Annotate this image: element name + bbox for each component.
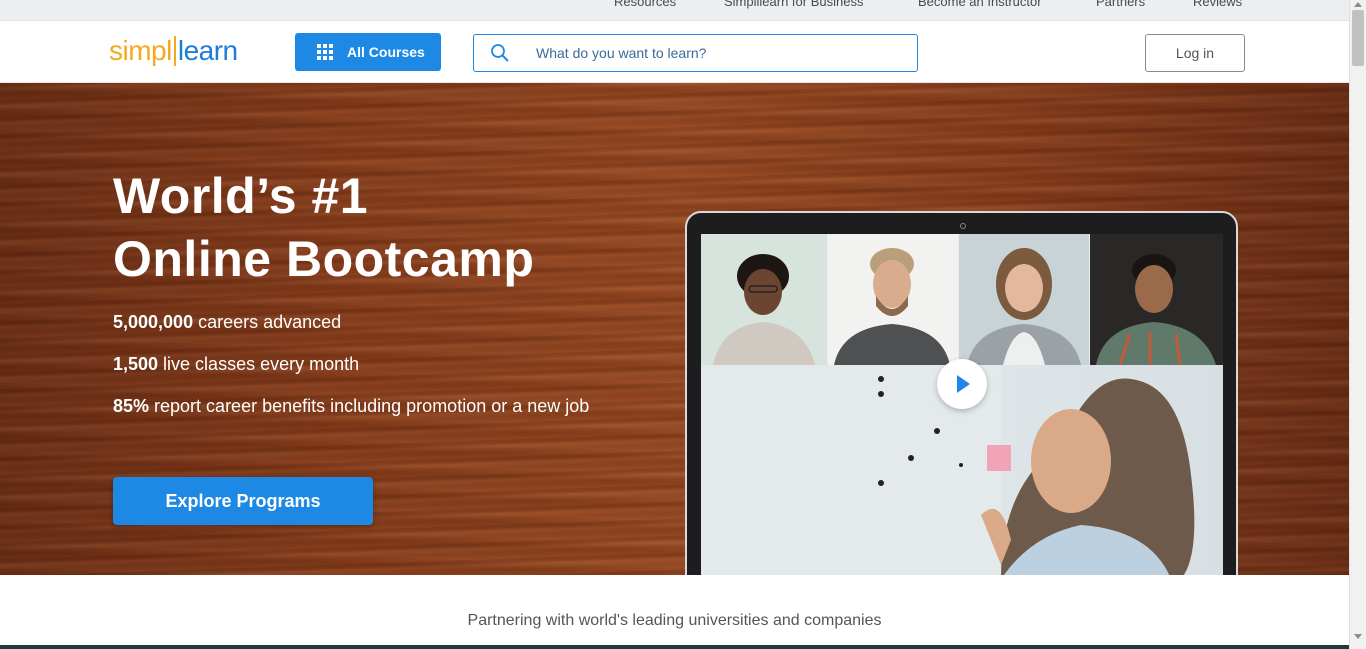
- stat-text: careers advanced: [193, 312, 342, 332]
- logo-text-part1: simpl: [109, 35, 172, 66]
- next-section-edge: [0, 645, 1349, 649]
- simplilearn-logo[interactable]: simpl learn: [109, 35, 238, 67]
- video-tile-person-3: [959, 234, 1089, 365]
- video-main-scene: [701, 359, 1223, 575]
- logo-text-part2: learn: [177, 35, 238, 66]
- topbar-link-instructor[interactable]: Become an Instructor: [918, 0, 1042, 9]
- topbar-link-partners[interactable]: Partners: [1096, 0, 1145, 9]
- search-icon: [491, 44, 509, 62]
- laptop-screen: [701, 234, 1223, 575]
- search-box[interactable]: [473, 34, 918, 72]
- person-1-image: [701, 234, 827, 365]
- stat-value: 85%: [113, 396, 150, 416]
- stat-text: live classes every month: [158, 354, 360, 374]
- stat-value: 1,500: [113, 354, 159, 374]
- hero-stat-benefits: 85% report career benefits including pro…: [113, 396, 589, 417]
- scrollbar-thumb[interactable]: [1352, 10, 1364, 66]
- hero-section: World’s #1 Online Bootcamp 5,000,000 car…: [0, 83, 1349, 575]
- top-utility-bar: Resources Simplilearn for Business Becom…: [0, 0, 1349, 21]
- site-header: simpllearn All Courses Log in: [0, 21, 1349, 83]
- grid-icon: [317, 44, 333, 60]
- hero-title-line2: Online Bootcamp: [113, 231, 535, 287]
- page-scrollbar[interactable]: [1349, 0, 1366, 649]
- video-tile-person-1: [701, 234, 827, 365]
- scroll-up-arrow-icon[interactable]: [1354, 2, 1362, 7]
- play-icon: [957, 375, 970, 393]
- hero-title-line1: World’s #1: [113, 168, 369, 224]
- hero-stat-classes: 1,500 live classes every month: [113, 354, 359, 375]
- video-tile-person-4: [1090, 234, 1223, 365]
- person-2-image: [828, 234, 958, 365]
- topbar-link-business[interactable]: Simplilearn for Business: [724, 0, 863, 9]
- login-button[interactable]: Log in: [1145, 34, 1245, 72]
- partners-heading: Partnering with world's leading universi…: [467, 612, 882, 629]
- person-4-image: [1090, 234, 1223, 365]
- person-3-image: [959, 234, 1089, 365]
- topbar-link-reviews[interactable]: Reviews: [1193, 0, 1242, 9]
- all-courses-button[interactable]: All Courses: [295, 33, 441, 71]
- play-video-button[interactable]: [937, 359, 987, 409]
- laptop-video-mockup: [685, 211, 1238, 575]
- topbar-link-resources[interactable]: Resources: [614, 0, 676, 9]
- hero-stat-careers: 5,000,000 careers advanced: [113, 312, 341, 333]
- stat-value: 5,000,000: [113, 312, 194, 332]
- search-input[interactable]: [536, 35, 906, 71]
- explore-programs-button[interactable]: Explore Programs: [113, 477, 373, 525]
- video-tile-person-2: [828, 234, 958, 365]
- laptop-camera: [960, 223, 966, 229]
- logo-divider: [173, 36, 176, 66]
- all-courses-label: All Courses: [347, 44, 425, 60]
- stat-text: report career benefits including promoti…: [149, 396, 590, 416]
- scroll-down-arrow-icon[interactable]: [1354, 634, 1362, 639]
- hero-title: World’s #1 Online Bootcamp: [113, 165, 534, 291]
